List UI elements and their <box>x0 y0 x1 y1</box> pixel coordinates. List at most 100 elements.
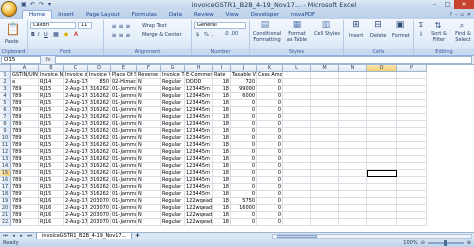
cell-l18[interactable] <box>283 191 311 198</box>
cell-e11[interactable]: 01-Jammu <box>111 142 137 149</box>
cell-e15[interactable]: 01-Jammu <box>111 170 137 177</box>
cell-c13[interactable]: 2-Aug-17 <box>64 156 88 163</box>
borders-icon[interactable]: ▦ <box>52 30 60 39</box>
cell-i8[interactable]: 18 <box>213 121 231 128</box>
cell-d6[interactable]: 316262 <box>88 107 111 114</box>
cell-f13[interactable]: N <box>137 156 161 163</box>
cell-k11[interactable]: 0 <box>257 142 283 149</box>
help-icon[interactable]: ? <box>449 12 452 18</box>
cell-b16[interactable]: RJ15 <box>39 177 64 184</box>
cell-g5[interactable]: Regular <box>161 100 185 107</box>
column-header-k[interactable]: K <box>257 65 283 72</box>
cell-p21[interactable] <box>397 212 427 219</box>
cell-a10[interactable]: 789 <box>11 135 39 142</box>
cell-i19[interactable]: 18 <box>213 198 231 205</box>
name-box[interactable]: O15 <box>1 56 41 64</box>
format-button[interactable]: Format <box>392 33 410 39</box>
cell-b2[interactable]: RJ14 <box>39 79 64 86</box>
cell-c20[interactable]: 2-Aug-17 <box>64 205 88 212</box>
cell-o14[interactable] <box>367 163 397 170</box>
cell-l9[interactable] <box>283 128 311 135</box>
cell-n10[interactable] <box>339 135 367 142</box>
cell-m3[interactable] <box>311 86 339 93</box>
row-header-3[interactable]: 3 <box>0 86 11 93</box>
tab-insert[interactable]: Insert <box>52 11 80 19</box>
cell-h4[interactable]: 123445m <box>185 93 213 100</box>
cell-m10[interactable] <box>311 135 339 142</box>
cell-p22[interactable] <box>397 219 427 226</box>
paste-label[interactable]: Paste <box>5 39 19 45</box>
cell-g1[interactable]: Invoice Ty <box>161 72 185 79</box>
cell-l11[interactable] <box>283 142 311 149</box>
row-header-13[interactable]: 13 <box>0 156 11 163</box>
cell-c8[interactable]: 2-Aug-17 <box>64 121 88 128</box>
cell-o18[interactable] <box>367 191 397 198</box>
row-header-16[interactable]: 16 <box>0 177 11 184</box>
cell-c21[interactable]: 2-Aug-17 <box>64 212 88 219</box>
cell-e20[interactable]: 01-Jammu <box>111 205 137 212</box>
cell-g22[interactable]: Regular <box>161 219 185 226</box>
cell-p17[interactable] <box>397 184 427 191</box>
fill-icon[interactable]: ⇩ <box>416 30 426 39</box>
cell-f16[interactable]: N <box>137 177 161 184</box>
format-icon[interactable]: ▣ <box>392 21 408 30</box>
cell-f1[interactable]: Reverse Ch <box>137 72 161 79</box>
column-header-i[interactable]: I <box>213 65 231 72</box>
cell-h18[interactable]: 123445m <box>185 191 213 198</box>
cell-p13[interactable] <box>397 156 427 163</box>
cell-k10[interactable]: 0 <box>257 135 283 142</box>
cell-f8[interactable]: N <box>137 121 161 128</box>
cell-a15[interactable]: 789 <box>11 170 39 177</box>
tab-data[interactable]: Data <box>163 11 188 19</box>
cell-k22[interactable]: 0 <box>257 219 283 226</box>
cell-d13[interactable]: 316262 <box>88 156 111 163</box>
cell-p19[interactable] <box>397 198 427 205</box>
cell-d19[interactable]: 203070 <box>88 198 111 205</box>
cell-j6[interactable]: 0 <box>231 107 257 114</box>
cell-g14[interactable]: Regular <box>161 163 185 170</box>
cell-f20[interactable]: N <box>137 205 161 212</box>
cell-i17[interactable]: 18 <box>213 184 231 191</box>
cell-d15[interactable]: 316262 <box>88 170 111 177</box>
cell-h7[interactable]: 123445m <box>185 114 213 121</box>
cell-n6[interactable] <box>339 107 367 114</box>
cell-n15[interactable] <box>339 170 367 177</box>
cell-i5[interactable]: 18 <box>213 100 231 107</box>
cell-d14[interactable]: 316262 <box>88 163 111 170</box>
cell-i15[interactable]: 18 <box>213 170 231 177</box>
row-header-8[interactable]: 8 <box>0 121 11 128</box>
cell-i21[interactable]: 18 <box>213 212 231 219</box>
cell-m4[interactable] <box>311 93 339 100</box>
underline-button[interactable]: U <box>44 32 48 38</box>
cell-f7[interactable]: N <box>137 114 161 121</box>
format-as-table-icon[interactable]: ▦ <box>289 21 305 30</box>
cell-b17[interactable]: RJ15 <box>39 184 64 191</box>
tab-novapdf[interactable]: novaPDF <box>285 11 321 19</box>
cell-i16[interactable]: 18 <box>213 177 231 184</box>
font-size-select[interactable]: 11 <box>78 22 92 29</box>
cell-p6[interactable] <box>397 107 427 114</box>
cell-i3[interactable]: 18 <box>213 86 231 93</box>
cell-i1[interactable]: Rate <box>213 72 231 79</box>
cell-i2[interactable]: 18 <box>213 79 231 86</box>
cell-j11[interactable]: 0 <box>231 142 257 149</box>
cell-p3[interactable] <box>397 86 427 93</box>
cell-h17[interactable]: 123445m <box>185 184 213 191</box>
cell-d16[interactable]: 316262 <box>88 177 111 184</box>
cell-i9[interactable]: 18 <box>213 128 231 135</box>
cell-o19[interactable] <box>367 198 397 205</box>
column-header-p[interactable]: P <box>397 65 427 72</box>
cell-d8[interactable]: 316262 <box>88 121 111 128</box>
cell-i13[interactable]: 18 <box>213 156 231 163</box>
cell-m9[interactable] <box>311 128 339 135</box>
cell-g3[interactable]: Regular <box>161 86 185 93</box>
cell-d11[interactable]: 316262 <box>88 142 111 149</box>
cell-l19[interactable] <box>283 198 311 205</box>
cell-m6[interactable] <box>311 107 339 114</box>
cell-l20[interactable] <box>283 205 311 212</box>
cell-a6[interactable]: 789 <box>11 107 39 114</box>
cell-c9[interactable]: 2-Aug-17 <box>64 128 88 135</box>
cell-a19[interactable]: 789 <box>11 198 39 205</box>
cell-l21[interactable] <box>283 212 311 219</box>
cell-g8[interactable]: Regular <box>161 121 185 128</box>
